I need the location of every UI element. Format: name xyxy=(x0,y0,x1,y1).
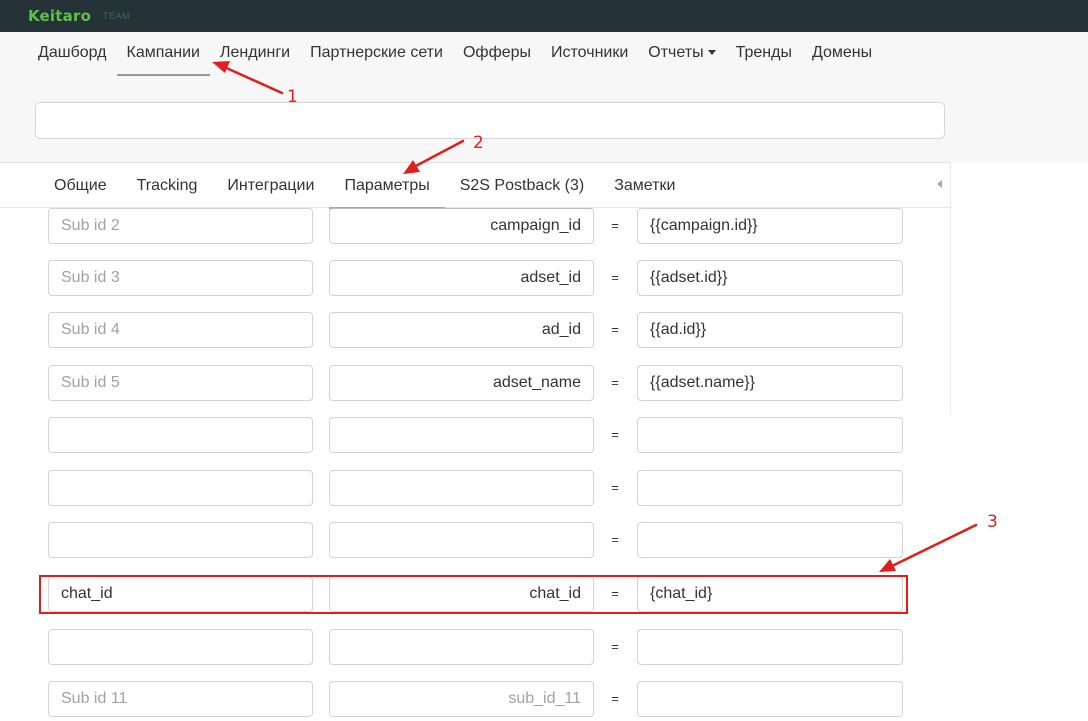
brand-edition: TEAM xyxy=(103,11,131,21)
nav-item-campaigns[interactable]: Кампании xyxy=(116,32,211,76)
param-name-input[interactable] xyxy=(48,629,313,665)
campaign-search-input[interactable] xyxy=(35,102,945,139)
equals-sign: = xyxy=(611,218,619,233)
brand-logo[interactable]: Keitaro xyxy=(28,7,91,25)
param-row: Sub id 3 adset_id = {{adset.id}} xyxy=(0,260,950,296)
caret-down-icon xyxy=(707,50,716,56)
tab-s2s-postback[interactable]: S2S Postback (3) xyxy=(445,163,600,208)
param-key-input[interactable] xyxy=(329,470,594,506)
param-value-input[interactable]: {{adset.name}} xyxy=(637,365,903,401)
param-row: Sub id 4 ad_id = {{ad.id}} xyxy=(0,312,950,348)
param-key-input[interactable]: adset_name xyxy=(329,365,594,401)
nav-item-domains[interactable]: Домены xyxy=(802,32,882,76)
annotation-label-1: 1 xyxy=(287,87,298,107)
param-row: = xyxy=(0,629,950,665)
param-row: = xyxy=(0,470,950,506)
nav-item-reports[interactable]: Отчеты xyxy=(638,32,725,76)
annotation-label-2: 2 xyxy=(473,133,484,153)
nav-item-offers[interactable]: Офферы xyxy=(453,32,541,76)
equals-sign: = xyxy=(611,270,619,285)
param-name-input[interactable]: Sub id 2 xyxy=(48,208,313,244)
param-value-input[interactable]: {{ad.id}} xyxy=(637,312,903,348)
collapse-left-icon[interactable] xyxy=(937,180,942,188)
equals-sign: = xyxy=(611,639,619,654)
param-key-input[interactable]: adset_id xyxy=(329,260,594,296)
campaign-tabs-bar: Общие Tracking Интеграции Параметры S2S … xyxy=(0,162,950,209)
param-key-input[interactable]: ad_id xyxy=(329,312,594,348)
param-value-input[interactable] xyxy=(637,629,903,665)
nav-item-trends[interactable]: Тренды xyxy=(726,32,802,76)
param-row: = xyxy=(0,522,950,558)
tab-parameters[interactable]: Параметры xyxy=(329,163,446,209)
nav-item-landings[interactable]: Лендинги xyxy=(210,32,300,76)
param-row: Sub id 5 adset_name = {{adset.name}} xyxy=(0,365,950,401)
equals-sign: = xyxy=(611,532,619,547)
annotation-label-3: 3 xyxy=(987,512,998,532)
param-key-input[interactable] xyxy=(329,417,594,453)
nav-item-affiliate-networks[interactable]: Партнерские сети xyxy=(300,32,453,76)
tab-tracking[interactable]: Tracking xyxy=(122,163,213,208)
top-bar: Keitaro TEAM xyxy=(0,0,1088,32)
param-value-input[interactable] xyxy=(637,522,903,558)
param-row: Sub id 11 sub_id_11 = xyxy=(0,681,950,717)
param-value-input[interactable]: {{adset.id}} xyxy=(637,260,903,296)
equals-sign: = xyxy=(611,427,619,442)
param-name-input[interactable] xyxy=(48,470,313,506)
param-key-input[interactable] xyxy=(329,522,594,558)
equals-sign: = xyxy=(611,480,619,495)
nav-item-reports-label: Отчеты xyxy=(648,44,704,61)
param-name-input[interactable]: Sub id 11 xyxy=(48,681,313,717)
equals-sign: = xyxy=(611,691,619,706)
annotation-arrow-3-head xyxy=(879,559,896,572)
param-name-input[interactable] xyxy=(48,417,313,453)
tab-general[interactable]: Общие xyxy=(39,163,122,208)
param-key-input[interactable] xyxy=(329,629,594,665)
tab-notes[interactable]: Заметки xyxy=(599,163,690,208)
nav-item-sources[interactable]: Источники xyxy=(541,32,638,76)
param-row: Sub id 2 campaign_id = {{campaign.id}} xyxy=(0,208,950,244)
tab-integrations[interactable]: Интеграции xyxy=(212,163,329,208)
nav-item-dashboard[interactable]: Дашборд xyxy=(28,32,117,76)
param-key-input[interactable]: campaign_id xyxy=(329,208,594,244)
equals-sign: = xyxy=(611,322,619,337)
param-value-input[interactable] xyxy=(637,417,903,453)
param-name-input[interactable]: Sub id 3 xyxy=(48,260,313,296)
param-name-input[interactable] xyxy=(48,522,313,558)
param-row: = xyxy=(0,417,950,453)
param-name-input[interactable]: Sub id 5 xyxy=(48,365,313,401)
header-area: Дашборд Кампании Лендинги Партнерские се… xyxy=(0,32,1088,162)
param-value-input[interactable]: {{campaign.id}} xyxy=(637,208,903,244)
param-value-input[interactable] xyxy=(637,681,903,717)
main-nav: Дашборд Кампании Лендинги Партнерские се… xyxy=(28,32,882,76)
campaign-tabs: Общие Tracking Интеграции Параметры S2S … xyxy=(39,163,690,209)
panel-divider xyxy=(950,162,951,414)
param-value-input[interactable] xyxy=(637,470,903,506)
equals-sign: = xyxy=(611,375,619,390)
param-key-input[interactable]: sub_id_11 xyxy=(329,681,594,717)
param-name-input[interactable]: Sub id 4 xyxy=(48,312,313,348)
highlight-box xyxy=(39,575,908,614)
